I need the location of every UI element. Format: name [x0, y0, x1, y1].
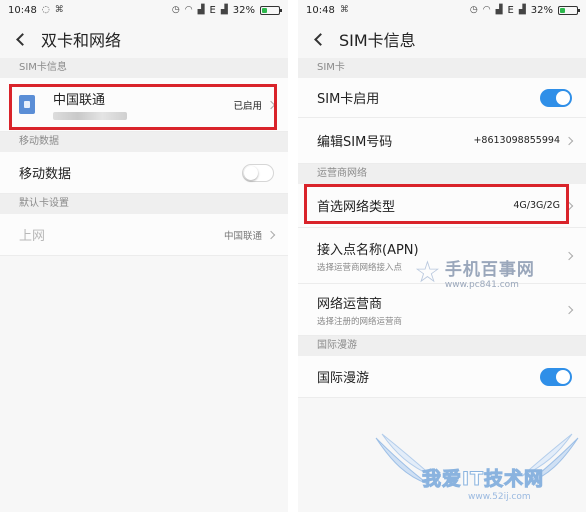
page-title: 双卡和网络: [41, 31, 122, 50]
preferred-network-value: 4G/3G/2G: [513, 200, 560, 211]
internet-label: 上网: [19, 229, 46, 244]
section-header-roaming: 国际漫游: [298, 336, 586, 356]
apn-label: 接入点名称(APN): [317, 242, 419, 258]
star-logo-icon: ☆: [414, 254, 441, 290]
wifi-icon: ◠: [482, 5, 491, 15]
sim-enable-label: SIM卡启用: [317, 92, 380, 107]
mobile-data-toggle[interactable]: [242, 163, 274, 182]
sim-status: 已启用: [233, 100, 262, 112]
watermark-52ij: 我爱IT技术网 www.52ij.com: [372, 432, 582, 508]
sim-enable-toggle[interactable]: [540, 88, 572, 107]
signal-icon-2: ▟: [220, 5, 228, 15]
status-bar: 10:48 ◌ ⌘ ◷ ◠ ▟ E ▟ 32%: [0, 0, 288, 20]
mobile-data-label: 移动数据: [19, 167, 72, 182]
usb-icon: ⌘: [339, 5, 349, 15]
preferred-network-row[interactable]: 首选网络类型 4G/3G/2G: [298, 184, 586, 228]
watermark-url: www.52ij.com: [468, 492, 531, 502]
network-operator-row[interactable]: 网络运营商 选择注册的网络运营商: [298, 284, 586, 336]
roaming-toggle[interactable]: [540, 367, 572, 386]
mobile-data-row: 移动数据: [0, 152, 288, 194]
watermark-title: 我爱IT技术网: [421, 468, 545, 491]
network-operator-subtitle: 选择注册的网络运营商: [317, 316, 403, 327]
battery-fill: [262, 7, 267, 13]
network-operator-label: 网络运营商: [317, 296, 383, 312]
usb-icon: ⌘: [54, 5, 64, 15]
section-header-sim: SIM卡信息: [0, 58, 288, 78]
section-header-carrier: 运营商网络: [298, 164, 586, 184]
page-title: SIM卡信息: [339, 31, 416, 50]
signal-icon-2: ▟: [518, 5, 526, 15]
network-type: E: [507, 4, 514, 16]
header: SIM卡信息: [298, 20, 586, 58]
roaming-row: 国际漫游: [298, 356, 586, 398]
battery-percent: 32%: [232, 4, 255, 16]
internet-value: 中国联通: [223, 230, 262, 242]
status-bar: 10:48 ⌘ ◷ ◠ ▟ E ▟ 32%: [298, 0, 586, 20]
default-internet-row[interactable]: 上网 中国联通: [0, 214, 288, 256]
network-type: E: [209, 4, 216, 16]
edit-sim-number-label: 编辑SIM号码: [317, 135, 393, 150]
chevron-right-icon: [266, 230, 276, 239]
chevron-right-icon: [266, 100, 276, 109]
notification-icon: ◌: [41, 5, 50, 15]
chevron-right-icon: [564, 305, 574, 314]
apn-subtitle: 选择运营商网络接入点: [317, 262, 403, 273]
watermark-pc841: ☆ 手机百事网 www.pc841.com: [414, 255, 535, 290]
battery-percent: 32%: [530, 4, 553, 16]
battery-icon: [260, 5, 282, 15]
signal-icon: ▟: [197, 5, 205, 15]
status-time: 10:48: [8, 4, 37, 16]
sim-card-icon: [19, 95, 35, 114]
toggle-knob: [556, 369, 570, 384]
chevron-right-icon: [564, 251, 574, 260]
sim-card-row[interactable]: 中国联通 已启用: [0, 78, 288, 132]
chevron-right-icon: [564, 136, 574, 145]
back-icon[interactable]: [16, 32, 29, 46]
watermark-url: www.pc841.com: [444, 280, 519, 290]
header: 双卡和网络: [0, 20, 288, 58]
wifi-icon: ◠: [184, 5, 193, 15]
status-time: 10:48: [306, 4, 335, 16]
roaming-label: 国际漫游: [317, 371, 370, 386]
sim-number-blurred: [53, 112, 127, 120]
back-icon[interactable]: [314, 32, 327, 46]
toggle-knob: [556, 90, 570, 105]
sim-carrier-name: 中国联通: [53, 93, 106, 108]
edit-sim-number-row[interactable]: 编辑SIM号码 +8613098855994: [298, 118, 586, 164]
sim-number-value: +8613098855994: [473, 135, 560, 146]
left-screen: 10:48 ◌ ⌘ ◷ ◠ ▟ E ▟ 32% 双卡和网络 SIM卡信息 中国联…: [0, 0, 288, 512]
battery-icon: [558, 5, 580, 15]
section-header-default-card: 默认卡设置: [0, 194, 288, 214]
watermark-title: 手机百事网: [444, 260, 535, 280]
section-header-mobile-data: 移动数据: [0, 132, 288, 152]
battery-fill: [560, 7, 565, 13]
preferred-network-label: 首选网络类型: [317, 200, 396, 215]
alarm-icon: ◷: [171, 5, 180, 15]
alarm-icon: ◷: [469, 5, 478, 15]
section-header-sim: SIM卡: [298, 58, 586, 78]
chevron-right-icon: [564, 201, 574, 210]
toggle-knob: [244, 165, 258, 180]
screen-divider: [288, 0, 298, 512]
sim-enable-row: SIM卡启用: [298, 78, 586, 118]
signal-icon: ▟: [495, 5, 503, 15]
